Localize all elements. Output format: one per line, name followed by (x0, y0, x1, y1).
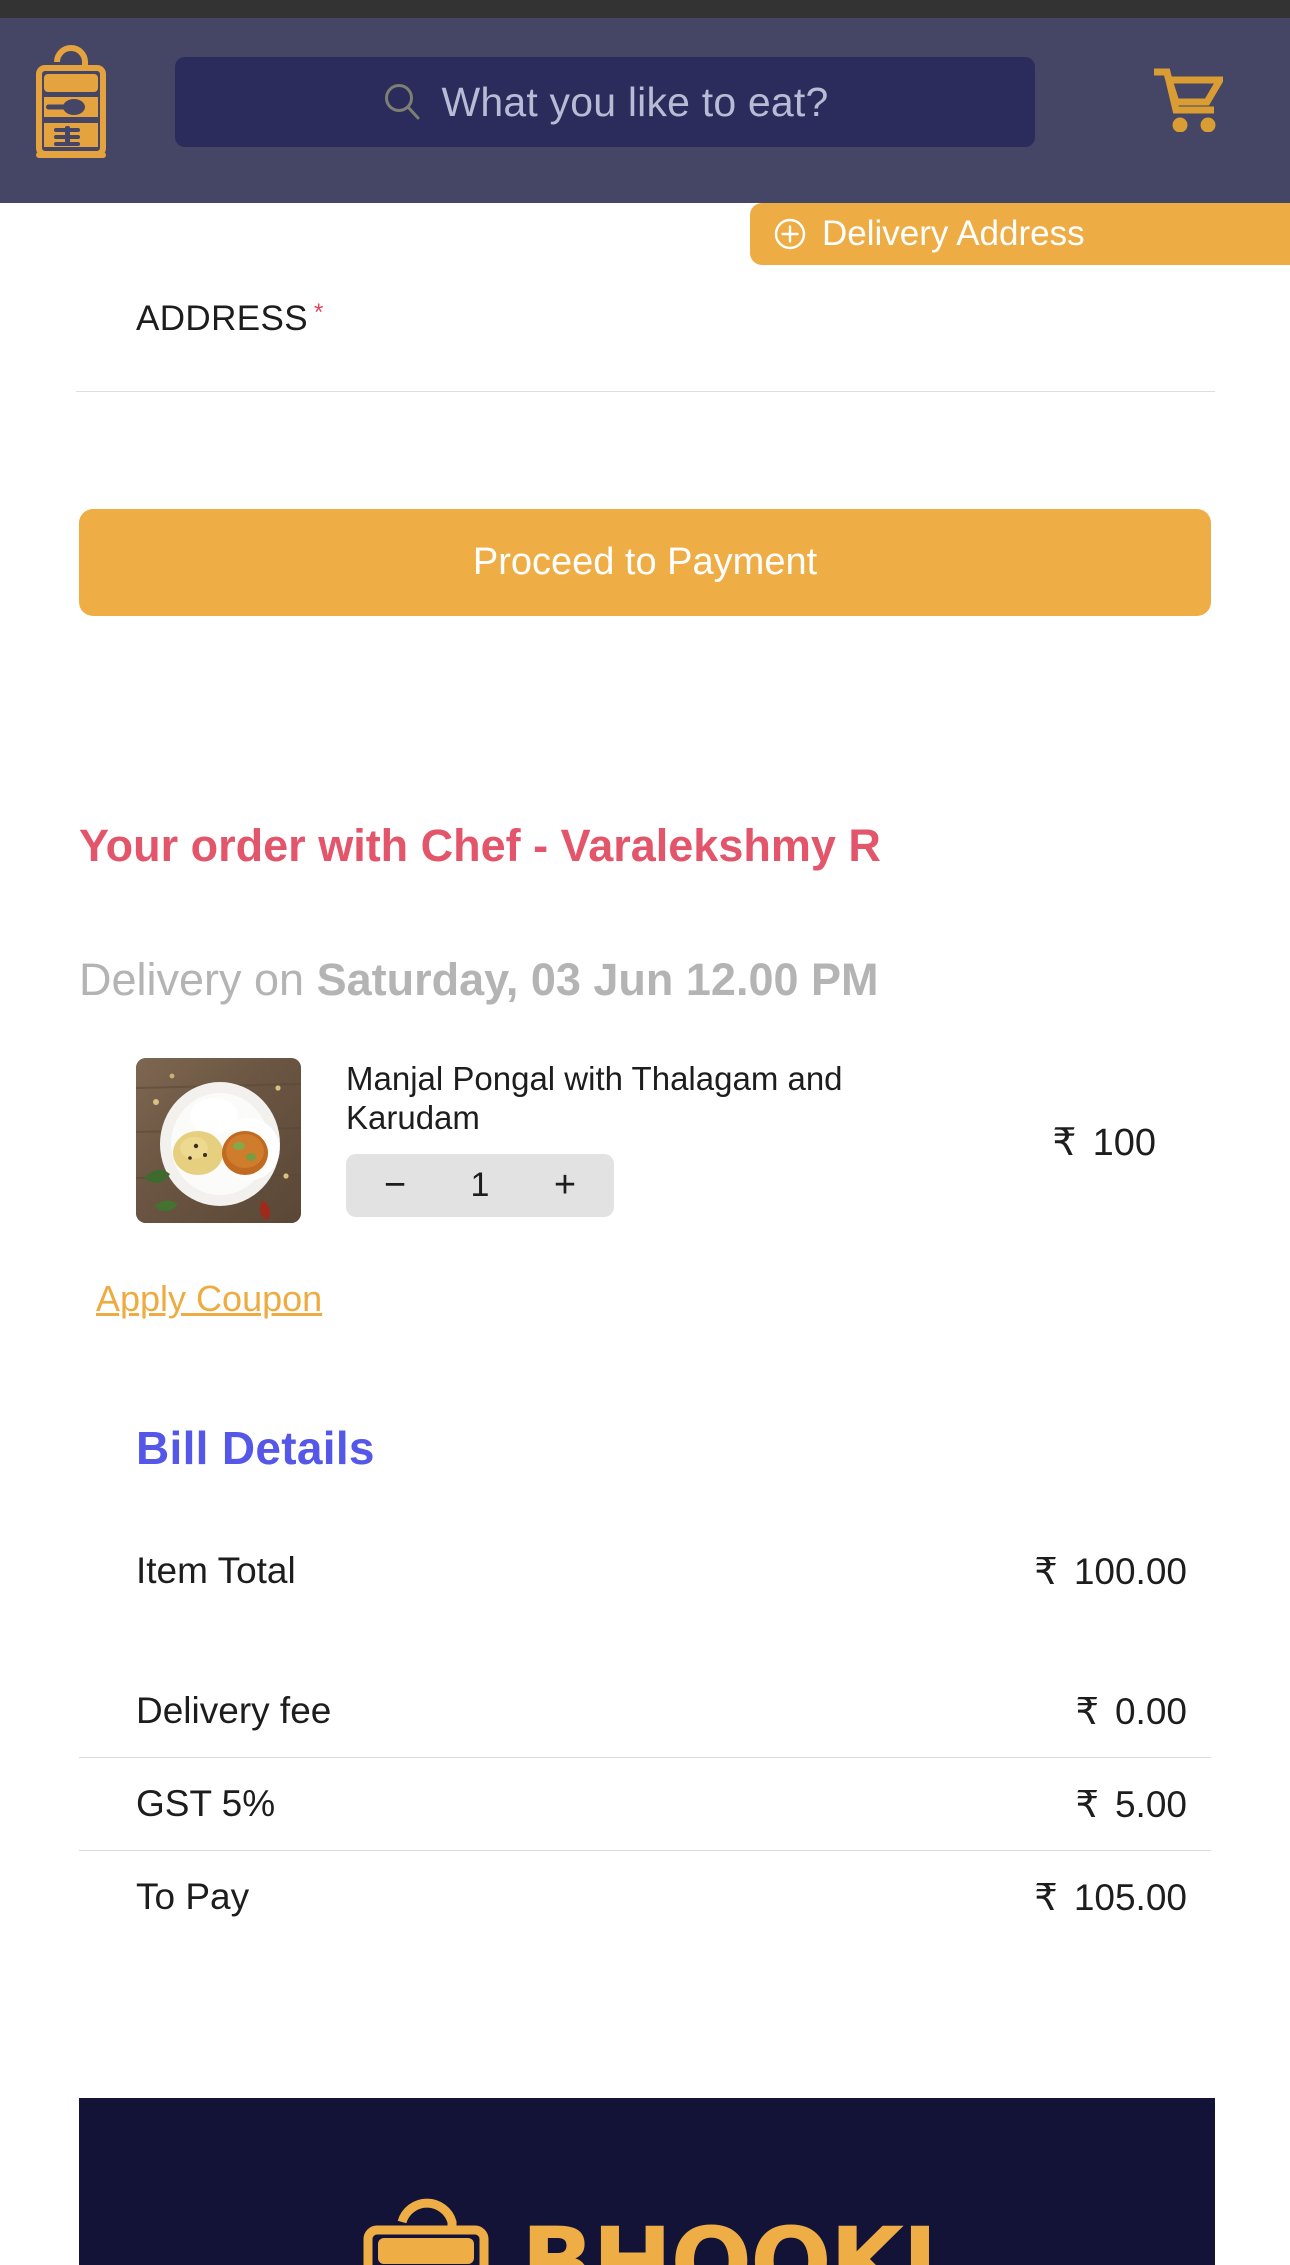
dabba-tiffin-logo-icon[interactable] (30, 40, 112, 162)
shopping-cart-icon[interactable] (1142, 58, 1232, 140)
order-item-price: ₹100 (1052, 1058, 1156, 1165)
bill-label: GST 5% (136, 1783, 276, 1824)
site-footer: BHOOKLE. AMMA IN A DABBA (79, 2098, 1215, 2265)
bill-amount: ₹100.00 (1034, 1550, 1187, 1593)
order-item-thumbnail (136, 1058, 301, 1223)
bill-row-gst: GST 5% ₹5.00 (79, 1758, 1211, 1850)
proceed-to-payment-button[interactable]: Proceed to Payment (79, 509, 1211, 616)
status-bar (0, 0, 1290, 18)
plus-circle-icon (774, 218, 806, 250)
bill-amount: ₹0.00 (1075, 1690, 1187, 1733)
footer-brand-name: BHOOKLE. (521, 2207, 941, 2265)
search-input[interactable]: What you like to eat? (175, 57, 1035, 147)
address-label: ADDRESS (136, 299, 309, 338)
delivery-slot: Delivery on Saturday, 03 Jun 12.00 PM (79, 954, 879, 1006)
order-item-row: Manjal Pongal with Thalagam and Karudam … (136, 1058, 1156, 1223)
bill-amount-value: 5.00 (1114, 1783, 1187, 1825)
search-icon (381, 81, 423, 123)
add-delivery-address-button[interactable]: Delivery Address (750, 203, 1290, 265)
rupee-symbol-icon: ₹ (1034, 1550, 1058, 1592)
apply-coupon-link[interactable]: Apply Coupon (96, 1278, 322, 1320)
order-item-name: Manjal Pongal with Thalagam and Karudam (346, 1060, 843, 1136)
bill-details-title: Bill Details (136, 1422, 375, 1474)
required-asterisk: * (314, 299, 324, 326)
dabba-tiffin-logo-icon (354, 2188, 499, 2265)
bill-label: Item Total (136, 1550, 296, 1591)
bill-amount-value: 100.00 (1073, 1550, 1187, 1592)
order-item-price-value: 100 (1092, 1122, 1156, 1164)
bill-amount: ₹5.00 (1075, 1783, 1187, 1826)
order-item-details: Manjal Pongal with Thalagam and Karudam … (301, 1058, 1052, 1217)
app-header: What you like to eat? (0, 18, 1290, 203)
delivery-slot-prefix: Delivery on (79, 954, 317, 1005)
quantity-value: 1 (470, 1165, 490, 1204)
address-input-underline (75, 391, 1215, 392)
bill-amount: ₹105.00 (1034, 1876, 1187, 1919)
bill-details-list: Item Total ₹100.00 Delivery fee ₹0.00 GS… (79, 1525, 1211, 1943)
bill-row-item-total: Item Total ₹100.00 (79, 1525, 1211, 1617)
rupee-symbol-icon: ₹ (1052, 1122, 1077, 1164)
address-label-row: ADDRESS * (0, 299, 1290, 369)
increment-quantity-button[interactable]: + (533, 1155, 597, 1215)
delivery-slot-datetime: Saturday, 03 Jun 12.00 PM (316, 954, 879, 1005)
bill-label: To Pay (136, 1876, 250, 1917)
quantity-stepper[interactable]: − 1 + (346, 1153, 614, 1217)
rupee-symbol-icon: ₹ (1075, 1690, 1099, 1732)
search-placeholder-text: What you like to eat? (441, 78, 829, 125)
address-field[interactable]: ADDRESS * (0, 299, 1290, 392)
rupee-symbol-icon: ₹ (1075, 1783, 1099, 1825)
bill-row-delivery-fee: Delivery fee ₹0.00 (79, 1665, 1211, 1757)
bill-amount-value: 0.00 (1114, 1690, 1187, 1732)
delivery-address-label: Delivery Address (822, 214, 1085, 253)
footer-brand-logo: BHOOKLE. AMMA IN A DABBA (354, 2188, 1061, 2265)
bill-amount-value: 105.00 (1073, 1876, 1187, 1918)
rupee-symbol-icon: ₹ (1034, 1876, 1058, 1918)
order-chef-heading: Your order with Chef - Varalekshmy R (79, 820, 881, 871)
bill-label: Delivery fee (136, 1690, 332, 1731)
footer-brand-wordmark: BHOOKLE. AMMA IN A DABBA (521, 2188, 1061, 2265)
decrement-quantity-button[interactable]: − (363, 1155, 427, 1215)
bill-row-to-pay: To Pay ₹105.00 (79, 1851, 1211, 1943)
bill-spacer (79, 1617, 1211, 1665)
